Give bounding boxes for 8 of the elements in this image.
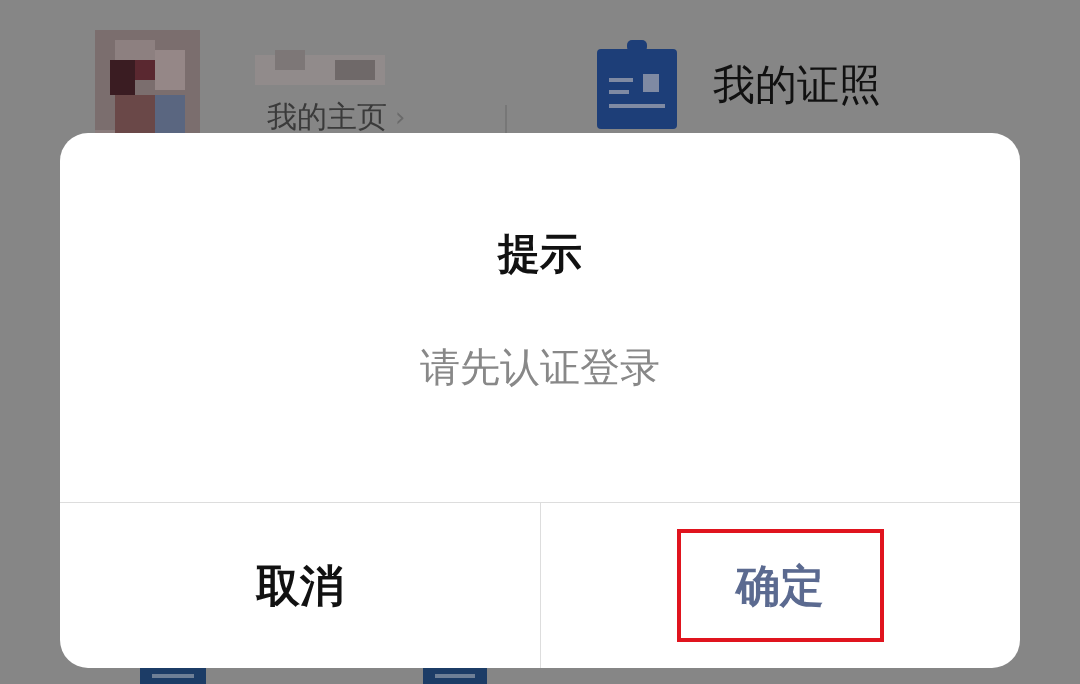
- dialog-button[interactable]: 确定: [676, 529, 884, 642]
- chevron-icon: ›: [395, 104, 406, 130]
- dialog-title: 提示: [498, 233, 582, 275]
- dialog-button[interactable]: 取消: [196, 529, 404, 642]
- dialog-message: 请先认证登录: [420, 347, 660, 387]
- shortcut-label[interactable]: 我的证照: [713, 64, 882, 106]
- id-card-icon: [597, 40, 678, 130]
- profile-link[interactable]: 我的主页: [267, 102, 387, 132]
